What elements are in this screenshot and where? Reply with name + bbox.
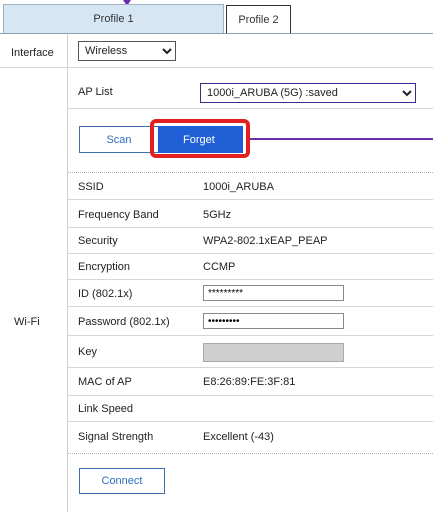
signal-strength-value: Excellent (-43) (203, 431, 274, 443)
id-8021x-input[interactable] (203, 285, 344, 301)
row-divider (68, 306, 433, 307)
interface-label: Interface (11, 47, 54, 59)
security-value: WPA2-802.1xEAP_PEAP (203, 235, 328, 247)
wifi-section-label: Wi-Fi (14, 316, 40, 328)
encryption-label: Encryption (78, 261, 130, 273)
security-label: Security (78, 235, 118, 247)
row-divider (68, 199, 433, 200)
button-divider (68, 172, 433, 173)
link-speed-label: Link Speed (78, 403, 134, 415)
mac-of-ap-label: MAC of AP (78, 376, 132, 388)
row-divider (68, 395, 433, 396)
key-label: Key (78, 346, 97, 358)
frequency-band-value: 5GHz (203, 209, 232, 221)
connect-button[interactable]: Connect (79, 468, 165, 494)
signal-divider (68, 453, 433, 454)
ap-list-label: AP List (78, 86, 113, 98)
forget-highlight-box (150, 119, 250, 158)
scan-button-label: Scan (106, 133, 132, 146)
key-input (203, 343, 344, 362)
tab-profile-1-label: Profile 1 (93, 13, 134, 25)
mac-of-ap-value: E8:26:89:FE:3F:81 (203, 376, 296, 388)
connect-button-label: Connect (101, 475, 143, 487)
frequency-band-label: Frequency Band (78, 209, 159, 221)
ssid-value: 1000i_ARUBA (203, 181, 274, 193)
password-8021x-input[interactable] (203, 313, 344, 329)
tab-profile-2-label: Profile 2 (238, 14, 279, 26)
row-divider (68, 421, 433, 422)
interface-divider (0, 67, 433, 68)
encryption-value: CCMP (203, 261, 236, 273)
tab-profile-2[interactable]: Profile 2 (226, 5, 291, 34)
password-8021x-label: Password (802.1x) (78, 316, 170, 328)
ssid-label: SSID (78, 181, 104, 193)
tab-profile-1[interactable]: Profile 1 (3, 4, 224, 33)
scan-button[interactable]: Scan (79, 126, 159, 153)
row-divider (68, 367, 433, 368)
row-divider (68, 335, 433, 336)
row-divider (68, 227, 433, 228)
ap-list-select[interactable]: 1000i_ARUBA (5G) :saved (200, 83, 416, 103)
ap-list-divider (68, 108, 433, 109)
row-divider (68, 253, 433, 254)
interface-select[interactable]: Wireless (78, 41, 176, 61)
label-column (0, 34, 68, 512)
signal-strength-label: Signal Strength (78, 431, 154, 443)
callout-line (250, 138, 433, 140)
id-8021x-label: ID (802.1x) (78, 288, 133, 300)
row-divider (68, 279, 433, 280)
